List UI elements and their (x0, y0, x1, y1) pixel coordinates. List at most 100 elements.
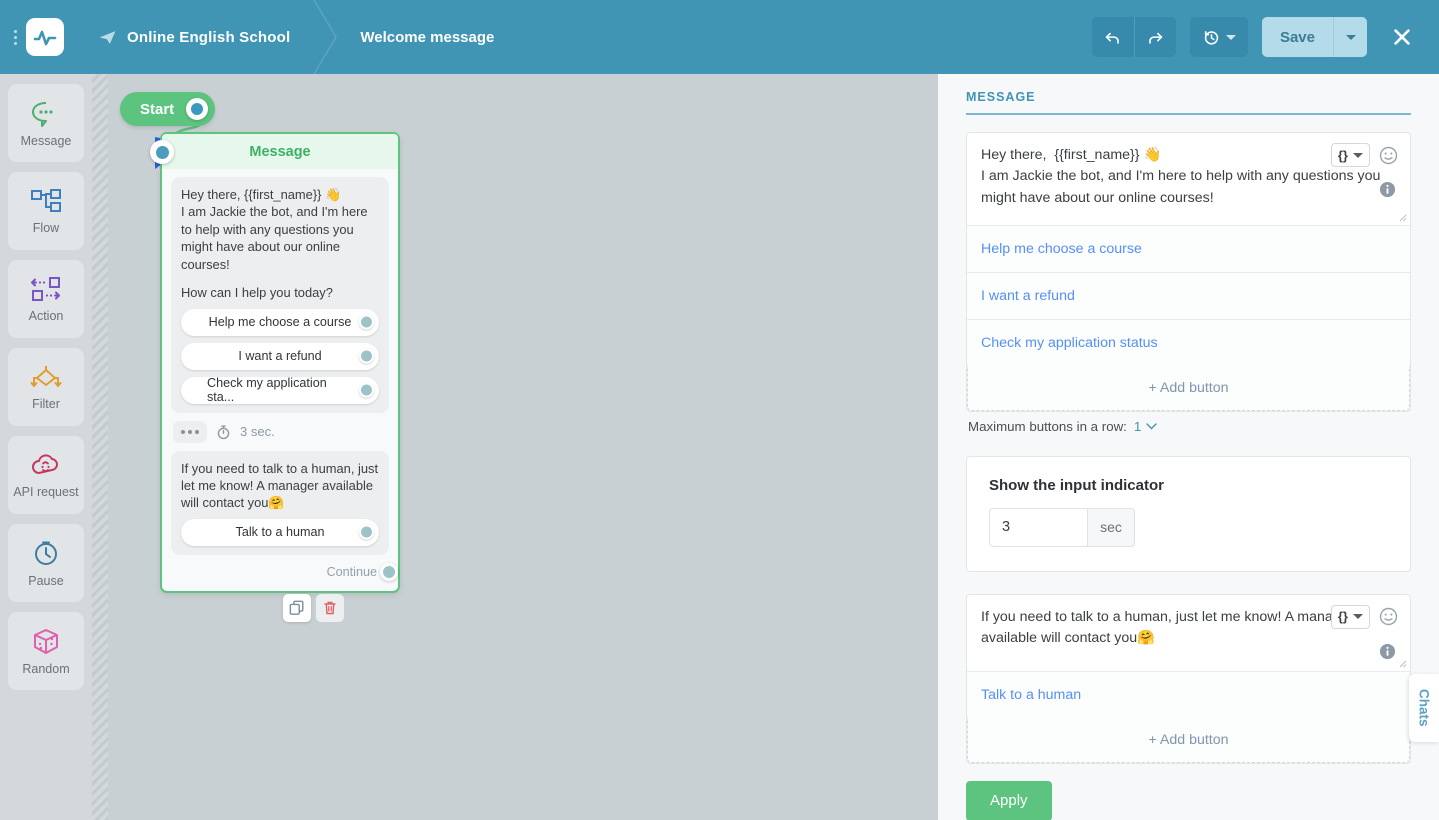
add-button-2[interactable]: + Add button (967, 717, 1410, 763)
apply-button[interactable]: Apply (966, 780, 1052, 820)
trash-icon[interactable] (316, 594, 344, 622)
breadcrumb-separator (312, 0, 340, 74)
emoji-smiley-icon[interactable] (1379, 146, 1398, 165)
input-indicator-seconds[interactable] (989, 507, 1087, 547)
resize-grip-icon[interactable] (1397, 212, 1407, 222)
delay-value: 3 sec. (240, 424, 275, 440)
chats-tab[interactable]: Chats (1409, 674, 1439, 742)
canvas-resize-handle[interactable] (92, 74, 108, 820)
sidebar-item-label: Action (28, 308, 64, 323)
max-buttons-value: 1 (1133, 418, 1142, 434)
quick-reply-port[interactable] (359, 348, 374, 364)
quick-reply-button[interactable]: I want a refund (181, 342, 379, 370)
typing-dots-icon (173, 420, 207, 443)
max-buttons-select[interactable]: 1 (1134, 419, 1157, 434)
continue-port[interactable] (380, 562, 398, 581)
undo-icon[interactable] (1091, 17, 1134, 57)
sidebar-item-label: API request (13, 484, 79, 499)
sidebar-item-random[interactable]: Random (8, 612, 84, 690)
history-clock-icon[interactable] (1189, 17, 1248, 57)
variable-symbol: {} (1337, 609, 1348, 625)
quick-reply-label: Help me choose a course (208, 315, 352, 330)
filter-split-icon (28, 364, 64, 392)
flow-nodes-icon (29, 188, 63, 216)
bubble-line-1: Hey there, {{first_name}} 👋 (181, 187, 342, 202)
continue-connector[interactable]: Continue (171, 562, 398, 581)
chat-bubble-icon (30, 99, 62, 129)
bubble-2-text: If you need to talk to a human, just let… (181, 460, 379, 511)
save-group: Save (1261, 17, 1367, 57)
message-block-1: Hey there, {{first_name}} 👋 I am Jackie … (966, 132, 1411, 412)
info-icon[interactable] (1379, 643, 1396, 660)
close-icon[interactable] (1385, 20, 1419, 54)
chevron-down-icon (1146, 423, 1157, 430)
sidebar-item-label: Flow (32, 220, 60, 235)
section-divider (966, 113, 1411, 115)
sidebar-item-pause[interactable]: Pause (8, 524, 84, 602)
quick-reply-label: I want a refund (238, 349, 322, 364)
pulse-logo-icon[interactable] (26, 18, 64, 56)
flow-canvas[interactable]: Start Message Hey there, {{first_name}} … (108, 74, 938, 820)
panel-button-row[interactable]: Check my application status (967, 318, 1410, 366)
chevron-down-icon (1225, 34, 1236, 40)
start-node[interactable]: Start (120, 92, 216, 126)
message-textarea-1[interactable]: Hey there, {{first_name}} 👋 I am Jackie … (967, 133, 1410, 225)
continue-label: Continue (326, 564, 377, 579)
textarea-tools: {} (1330, 604, 1398, 629)
chevron-down-icon (1345, 34, 1356, 40)
sidebar-item-filter[interactable]: Filter (8, 348, 84, 426)
save-dropdown-button[interactable] (1333, 17, 1367, 57)
start-output-port[interactable] (186, 98, 209, 120)
textarea-tools: {} (1330, 143, 1398, 167)
resize-grip-icon[interactable] (1397, 658, 1407, 668)
quick-reply-button[interactable]: Check my application sta... (181, 376, 379, 404)
node-toolbar (283, 594, 344, 622)
bubble-line-2: I am Jackie the bot, and I'm here to hel… (181, 204, 368, 272)
sidebar-item-label: Random (22, 661, 70, 676)
sidebar-item-flow[interactable]: Flow (8, 172, 84, 250)
quick-reply-button[interactable]: Talk to a human (181, 518, 379, 546)
info-icon[interactable] (1379, 181, 1396, 198)
node-body: Hey there, {{first_name}} 👋 I am Jackie … (162, 169, 398, 591)
panel-button-row[interactable]: I want a refund (967, 271, 1410, 319)
node-input-port[interactable] (150, 140, 174, 164)
properties-panel: MESSAGE Hey there, {{first_name}} 👋 I am… (938, 74, 1439, 820)
sidebar-item-message[interactable]: Message (8, 84, 84, 162)
emoji-smiley-icon[interactable] (1379, 607, 1398, 626)
copy-icon[interactable] (283, 594, 311, 622)
save-button[interactable]: Save (1261, 17, 1333, 57)
kebab-menu-icon[interactable] (6, 29, 24, 45)
curly-braces-icon[interactable]: {} (1330, 604, 1370, 629)
breadcrumb: Online English School (98, 28, 290, 47)
start-label: Start (140, 100, 175, 118)
quick-reply-label: Talk to a human (235, 525, 325, 540)
sidebar-item-label: Pause (28, 573, 64, 588)
typing-delay-row[interactable]: 3 sec. (173, 420, 389, 443)
message-textarea-2[interactable]: If you need to talk to a human, just let… (967, 595, 1410, 671)
message-bubble-1[interactable]: Hey there, {{first_name}} 👋 I am Jackie … (171, 177, 389, 413)
quick-reply-port[interactable] (359, 524, 374, 540)
curly-braces-icon[interactable]: {} (1330, 143, 1370, 167)
chevron-down-icon (1353, 614, 1363, 620)
max-buttons-row: Maximum buttons in a row: 1 (968, 419, 1411, 434)
message-text-1: Hey there, {{first_name}} 👋 I am Jackie … (981, 147, 1381, 206)
panel-section-title: MESSAGE (966, 90, 1036, 104)
add-button-1[interactable]: + Add button (967, 365, 1410, 411)
quick-reply-button[interactable]: Help me choose a course (181, 308, 379, 336)
panel-button-row[interactable]: Help me choose a course (967, 224, 1410, 272)
sidebar-item-api-request[interactable]: API request (8, 436, 84, 514)
chevron-down-icon (1353, 152, 1363, 158)
app-header: Online English School Welcome message Sa… (0, 0, 1439, 74)
brand-name[interactable]: Online English School (127, 29, 290, 46)
input-indicator-title: Show the input indicator (989, 476, 1164, 494)
message-bubble-2[interactable]: If you need to talk to a human, just let… (171, 450, 389, 555)
redo-icon[interactable] (1133, 17, 1176, 57)
message-text-2: If you need to talk to a human, just let… (981, 608, 1354, 647)
quick-reply-port[interactable] (359, 382, 374, 398)
panel-button-row[interactable]: Talk to a human (967, 670, 1410, 718)
sidebar-item-action[interactable]: Action (8, 260, 84, 338)
message-node[interactable]: Message Hey there, {{first_name}} 👋 I am… (150, 132, 400, 593)
input-indicator-unit: sec (1087, 507, 1135, 547)
telegram-icon (98, 28, 117, 47)
quick-reply-port[interactable] (359, 314, 374, 330)
